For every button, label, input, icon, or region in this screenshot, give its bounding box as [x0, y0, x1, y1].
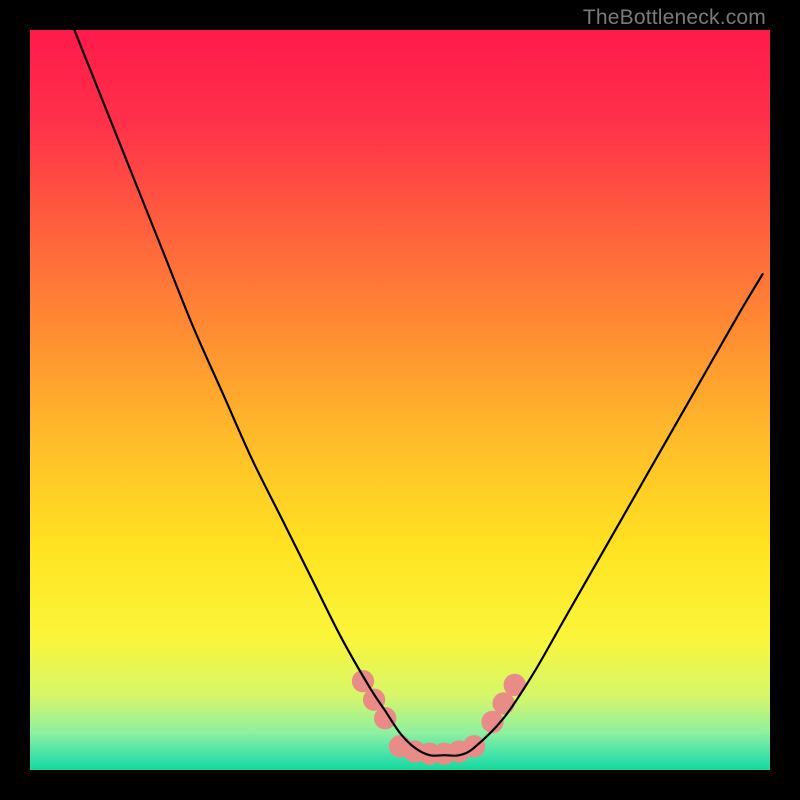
bottleneck-curve: [74, 30, 762, 756]
flat-6: [463, 735, 485, 757]
markers-group: [352, 670, 526, 765]
chart-frame: TheBottleneck.com: [0, 0, 800, 800]
plot-area: [30, 30, 770, 770]
right-cluster-2: [492, 692, 514, 714]
chart-svg: [30, 30, 770, 770]
watermark-text: TheBottleneck.com: [583, 6, 766, 30]
